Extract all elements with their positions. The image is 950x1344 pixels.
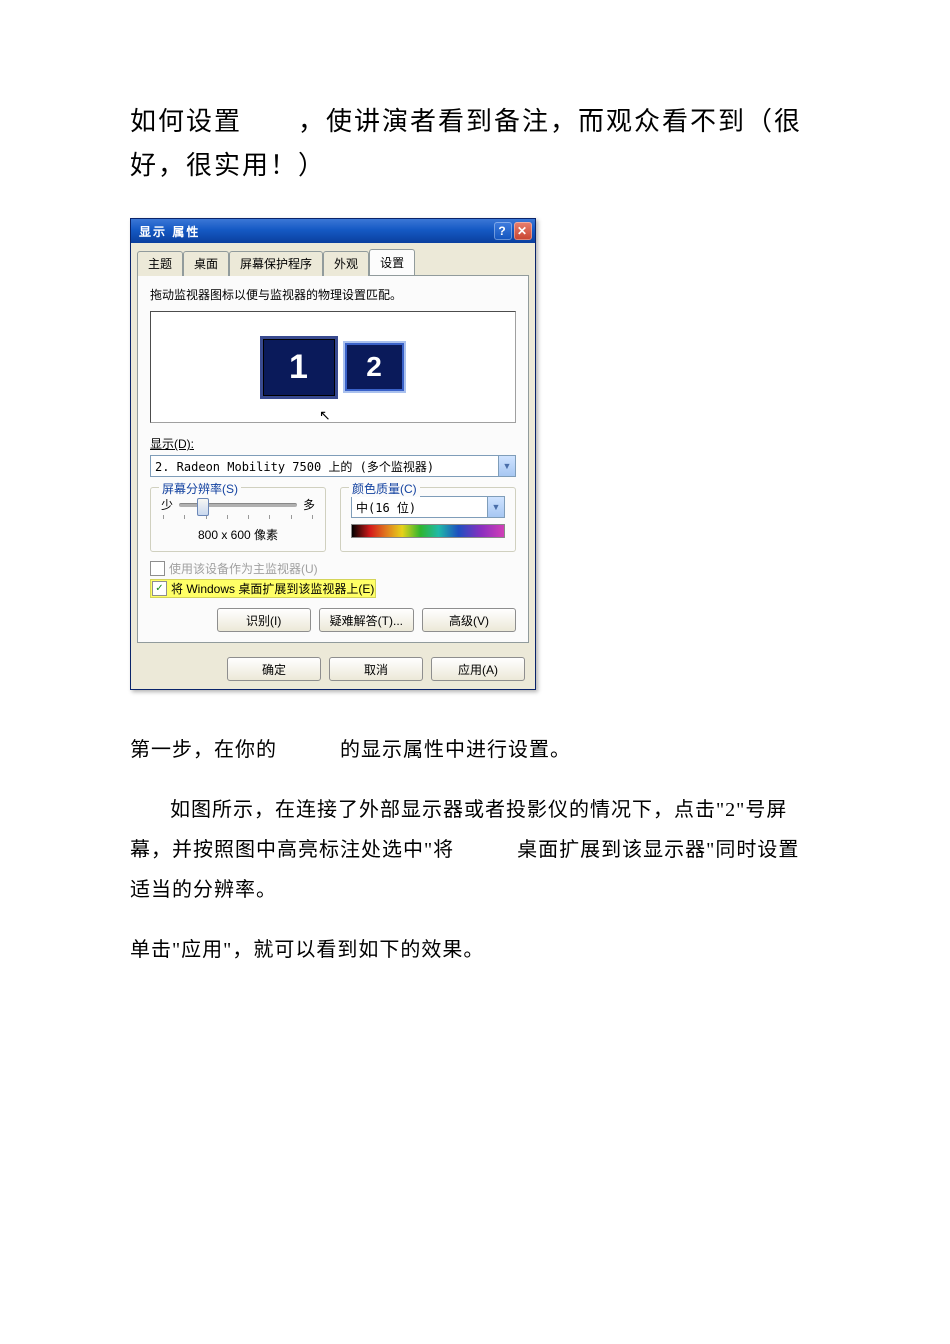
display-label: 显示(D): xyxy=(150,435,516,452)
color-quality-group: 颜色质量(C) 中(16 位) ▼ xyxy=(340,487,516,552)
settings-pane: 拖动监视器图标以便与监视器的物理设置匹配。 1 2 ↖ 显示(D): 2. Ra… xyxy=(137,275,529,643)
display-properties-dialog: 显示 属性 ? ✕ 主题 桌面 屏幕保护程序 外观 设置 拖动监视器图标以便与监… xyxy=(130,218,536,690)
slider-thumb[interactable] xyxy=(197,498,209,516)
tab-strip: 主题 桌面 屏幕保护程序 外观 设置 xyxy=(131,243,535,275)
identify-button[interactable]: 识别(I) xyxy=(217,608,311,632)
monitor-2[interactable]: 2 xyxy=(345,343,404,391)
troubleshoot-button[interactable]: 疑难解答(T)... xyxy=(319,608,414,632)
primary-monitor-checkbox-row: 使用该设备作为主监视器(U) xyxy=(150,560,516,577)
tab-appearance[interactable]: 外观 xyxy=(323,251,369,276)
apply-button[interactable]: 应用(A) xyxy=(431,657,525,681)
dialog-footer: 确定 取消 应用(A) xyxy=(131,649,535,689)
dialog-screenshot: 显示 属性 ? ✕ 主题 桌面 屏幕保护程序 外观 设置 拖动监视器图标以便与监… xyxy=(130,218,820,690)
resolution-slider[interactable] xyxy=(179,503,297,507)
extend-desktop-label: 将 Windows 桌面扩展到该监视器上(E) xyxy=(171,580,374,597)
resolution-value: 800 x 600 像素 xyxy=(161,526,315,543)
close-button[interactable]: ✕ xyxy=(514,222,532,240)
monitor-arrangement-area[interactable]: 1 2 ↖ xyxy=(150,311,516,423)
paragraph-apply: 单击"应用"，就可以看到如下的效果。 xyxy=(130,930,820,970)
resolution-group: 屏幕分辨率(S) 少 多 800 x 600 像素 xyxy=(150,487,326,552)
slider-min-label: 少 xyxy=(161,496,173,513)
extend-desktop-checkbox[interactable]: ✓ xyxy=(152,581,167,596)
ok-button[interactable]: 确定 xyxy=(227,657,321,681)
drag-hint: 拖动监视器图标以便与监视器的物理设置匹配。 xyxy=(150,286,516,303)
slider-max-label: 多 xyxy=(303,496,315,513)
chevron-down-icon: ▼ xyxy=(487,497,504,517)
paragraph-step1: 第一步，在你的 的显示属性中进行设置。 xyxy=(130,730,820,770)
dialog-title-text: 显示 属性 xyxy=(139,223,200,240)
help-button[interactable]: ? xyxy=(494,222,512,240)
document-body: 第一步，在你的 的显示属性中进行设置。 如图所示，在连接了外部显示器或者投影仪的… xyxy=(130,730,820,970)
resolution-legend: 屏幕分辨率(S) xyxy=(159,480,241,497)
cancel-button[interactable]: 取消 xyxy=(329,657,423,681)
tab-screensaver[interactable]: 屏幕保护程序 xyxy=(229,251,323,276)
display-dropdown[interactable]: 2. Radeon Mobility 7500 上的 (多个监视器) ▼ xyxy=(150,455,516,477)
monitor-1[interactable]: 1 xyxy=(263,339,335,396)
document-page: 如何设置 ，使讲演者看到备注，而观众看不到（很好，很实用！） 显示 属性 ? ✕… xyxy=(0,0,950,1050)
paragraph-detail: 如图所示，在连接了外部显示器或者投影仪的情况下，点击"2"号屏幕，并按照图中高亮… xyxy=(130,790,820,910)
color-quality-legend: 颜色质量(C) xyxy=(349,480,420,497)
color-quality-dropdown[interactable]: 中(16 位) ▼ xyxy=(351,496,505,518)
chevron-down-icon: ▼ xyxy=(498,456,515,476)
color-quality-value: 中(16 位) xyxy=(356,499,487,516)
tab-theme[interactable]: 主题 xyxy=(137,251,183,276)
display-dropdown-value: 2. Radeon Mobility 7500 上的 (多个监视器) xyxy=(155,458,498,475)
tab-desktop[interactable]: 桌面 xyxy=(183,251,229,276)
slider-ticks xyxy=(161,515,315,520)
primary-monitor-label: 使用该设备作为主监视器(U) xyxy=(169,560,318,577)
color-spectrum xyxy=(351,524,505,538)
dialog-titlebar[interactable]: 显示 属性 ? ✕ xyxy=(131,219,535,243)
advanced-button[interactable]: 高级(V) xyxy=(422,608,516,632)
extend-desktop-checkbox-row[interactable]: ✓ 将 Windows 桌面扩展到该监视器上(E) xyxy=(150,579,516,598)
primary-monitor-checkbox xyxy=(150,561,165,576)
tab-settings[interactable]: 设置 xyxy=(369,249,415,275)
document-title: 如何设置 ，使讲演者看到备注，而观众看不到（很好，很实用！） xyxy=(130,100,820,188)
cursor-icon: ↖ xyxy=(319,407,331,424)
